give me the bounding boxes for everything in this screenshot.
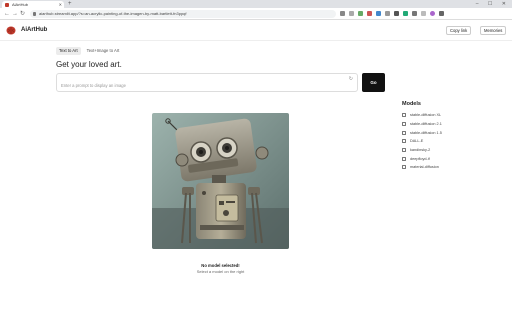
- lock-icon: [33, 12, 36, 16]
- checkbox[interactable]: [402, 122, 406, 127]
- checkbox[interactable]: [402, 113, 406, 118]
- model-label: DALL-E: [410, 139, 424, 144]
- extension-icon[interactable]: [385, 11, 390, 16]
- model-option[interactable]: stable-diffusion XL: [402, 111, 442, 120]
- extension-icon[interactable]: [376, 11, 381, 16]
- models-title: Models: [402, 101, 421, 107]
- brand-name: AiArtHub: [21, 27, 48, 33]
- mode-tabs: Text to Art Text+Image to Art: [56, 47, 122, 55]
- sidebar-icon[interactable]: [421, 11, 426, 16]
- model-option[interactable]: kandinsky-2: [402, 146, 442, 155]
- status-title: No model selected!: [201, 263, 240, 268]
- memories-label: Memories: [484, 28, 503, 33]
- tab-text-image-to-art[interactable]: Text+Image to Art: [84, 47, 123, 55]
- puzzle-icon[interactable]: [412, 11, 417, 16]
- model-label: stable-diffusion 2.1: [410, 122, 442, 127]
- checkbox[interactable]: [402, 130, 406, 135]
- star-icon[interactable]: [349, 11, 354, 16]
- memories-button[interactable]: Memories: [480, 26, 507, 35]
- generated-image: [152, 113, 289, 249]
- model-option[interactable]: stable-diffusion 2.1: [402, 120, 442, 129]
- model-option[interactable]: deepfloyd-if: [402, 154, 442, 163]
- page-title: Get your loved art.: [56, 60, 122, 69]
- close-tab-icon[interactable]: ✕: [59, 1, 62, 8]
- extension-icon[interactable]: [367, 11, 372, 16]
- browser-tab-title: AiArtHub: [12, 2, 29, 7]
- checkbox[interactable]: [402, 148, 406, 153]
- menu-icon[interactable]: [439, 11, 444, 16]
- url-bar[interactable]: aiarthub.streamlit.app/?s=an-acrylic-pai…: [30, 10, 336, 18]
- checkbox[interactable]: [402, 139, 406, 144]
- back-button[interactable]: ←: [4, 10, 10, 18]
- model-label: stable-diffusion 1.5: [410, 130, 442, 135]
- model-label: stable-diffusion XL: [410, 113, 442, 118]
- copy-link-button[interactable]: Copy link: [446, 26, 472, 35]
- extension-icon[interactable]: [394, 11, 399, 16]
- robot-illustration: [152, 113, 289, 249]
- browser-tab-bar: AiArtHub ✕ + – ☐ ✕: [0, 0, 512, 8]
- go-button[interactable]: Go: [362, 73, 385, 92]
- prompt-box: ↻: [56, 73, 358, 92]
- app-header: AiArtHub Copy link Memories: [0, 21, 512, 41]
- extension-icons: [340, 11, 444, 16]
- model-option[interactable]: material-diffusion: [402, 163, 442, 172]
- extension-icon[interactable]: [403, 11, 408, 16]
- browser-tab[interactable]: AiArtHub ✕: [2, 1, 64, 8]
- models-panel: Models stable-diffusion XL stable-diffus…: [402, 101, 442, 172]
- address-bar-row: ← → ↻ aiarthub.streamlit.app/?s=an-acryl…: [0, 8, 512, 20]
- favicon-icon: [5, 2, 9, 7]
- tab-text-to-art[interactable]: Text to Art: [56, 47, 81, 55]
- model-label: deepfloyd-if: [410, 156, 430, 161]
- extension-icon[interactable]: [358, 11, 363, 16]
- new-tab-button[interactable]: +: [68, 0, 72, 8]
- copy-link-label: Copy link: [450, 28, 468, 33]
- checkbox[interactable]: [402, 156, 406, 161]
- status-subtitle: Select a model on the right: [196, 269, 245, 274]
- url-text: aiarthub.streamlit.app/?s=an-acrylic-pai…: [39, 11, 187, 16]
- window-controls[interactable]: – ☐ ✕: [476, 0, 510, 8]
- model-option[interactable]: stable-diffusion 1.5: [402, 128, 442, 137]
- profile-avatar[interactable]: [430, 11, 435, 16]
- model-option[interactable]: DALL-E: [402, 137, 442, 146]
- share-icon[interactable]: [340, 11, 345, 16]
- go-label: Go: [370, 80, 377, 85]
- model-label: kandinsky-2: [410, 148, 431, 153]
- brain-logo-icon: [6, 26, 16, 35]
- checkbox[interactable]: [402, 165, 406, 170]
- model-label: material-diffusion: [410, 165, 439, 170]
- refresh-icon[interactable]: ↻: [349, 76, 353, 82]
- prompt-input[interactable]: [61, 80, 341, 91]
- reload-button[interactable]: ↻: [20, 10, 25, 18]
- forward-button[interactable]: →: [12, 10, 18, 18]
